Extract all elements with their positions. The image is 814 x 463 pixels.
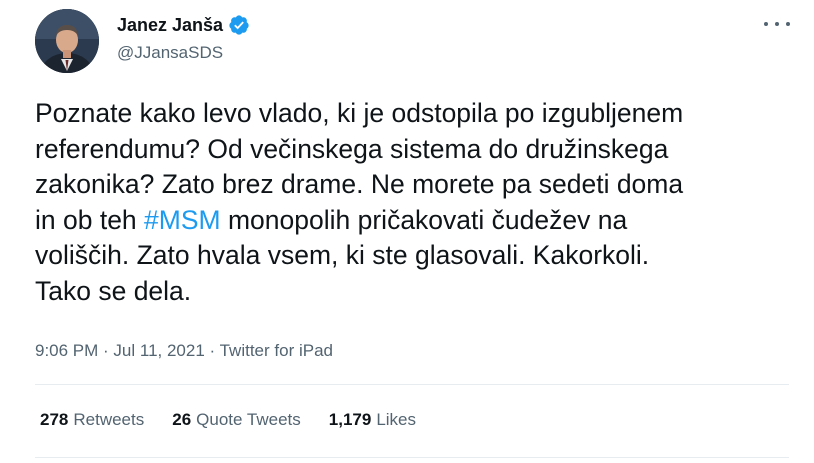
tweet-text-segment: in ob teh bbox=[35, 204, 145, 235]
retweets-label: Retweets bbox=[73, 410, 145, 429]
verified-badge-icon bbox=[228, 14, 250, 36]
tweet-date[interactable]: Jul 11, 2021 bbox=[113, 341, 204, 360]
tweet-text-line: in ob teh #MSM monopolih pričakovati čud… bbox=[35, 203, 805, 239]
likes-count: 1,179 bbox=[328, 410, 372, 429]
avatar-image bbox=[35, 9, 99, 73]
engagement-stats: 278 Retweets 26 Quote Tweets 1,179 Likes bbox=[40, 410, 444, 430]
tweet-metadata: 9:06 PM · Jul 11, 2021 · Twitter for iPa… bbox=[35, 341, 333, 361]
tweet-text: Poznate kako levo vlado, ki je odstopila… bbox=[35, 96, 805, 310]
author-name-row: Janez Janša bbox=[117, 13, 250, 37]
divider bbox=[35, 384, 789, 385]
hashtag-link[interactable]: #MSM bbox=[144, 205, 221, 235]
tweet-text-line: zakonika? Zato brez drame. Ne morete pa … bbox=[35, 169, 684, 200]
likes-label: Likes bbox=[376, 410, 416, 429]
tweet-time[interactable]: 9:06 PM bbox=[35, 341, 98, 360]
quote-tweets-stat[interactable]: 26 Quote Tweets bbox=[172, 410, 301, 430]
retweets-count: 278 bbox=[40, 410, 69, 429]
more-dot bbox=[764, 22, 768, 26]
more-dot bbox=[786, 22, 790, 26]
tweet-text-line: Poznate kako levo vlado, ki je odstopila… bbox=[35, 98, 684, 128]
tweet-text-segment: monopolih pričakovati čudežev na bbox=[220, 204, 628, 235]
avatar[interactable] bbox=[35, 9, 99, 73]
quote-tweets-label: Quote Tweets bbox=[196, 410, 301, 429]
retweets-stat[interactable]: 278 Retweets bbox=[40, 410, 144, 430]
tweet-text-line: Tako se dela. bbox=[35, 275, 192, 306]
tweet-text-line: referendumu? Od večinskega sistema do dr… bbox=[35, 133, 669, 164]
divider bbox=[35, 457, 789, 458]
more-horizontal-icon[interactable] bbox=[764, 14, 790, 34]
likes-stat[interactable]: 1,179 Likes bbox=[329, 410, 416, 430]
more-dot bbox=[775, 22, 779, 26]
tweet-card: Janez Janša @JJansaSDS Poznate kako levo… bbox=[0, 0, 814, 463]
tweet-text-line: voliščih. Zato hvala vsem, ki ste glasov… bbox=[35, 240, 650, 271]
author-display-name[interactable]: Janez Janša bbox=[117, 15, 223, 36]
author-handle[interactable]: @JJansaSDS bbox=[117, 43, 223, 63]
meta-separator: · bbox=[204, 341, 220, 360]
meta-separator: · bbox=[98, 341, 114, 360]
quote-tweets-count: 26 bbox=[172, 410, 192, 429]
tweet-source[interactable]: Twitter for iPad bbox=[220, 341, 333, 360]
